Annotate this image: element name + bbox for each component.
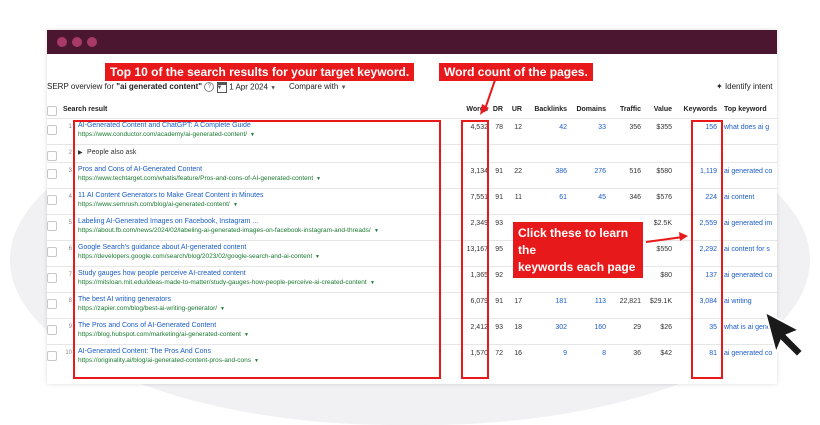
wordcount-arrowhead <box>480 104 489 115</box>
callout-line-3: is ranking for. <box>518 277 597 291</box>
keywords-callout: Click these to learn the keywords each p… <box>513 222 643 291</box>
keywords-arrow <box>645 236 684 243</box>
callout-line-2: keywords each page <box>518 260 636 274</box>
cursor-arrow-icon <box>763 310 805 359</box>
keywords-arrowhead <box>679 232 688 241</box>
callout-line-1: Click these to learn the <box>518 226 629 257</box>
annotation-arrows <box>480 79 805 359</box>
